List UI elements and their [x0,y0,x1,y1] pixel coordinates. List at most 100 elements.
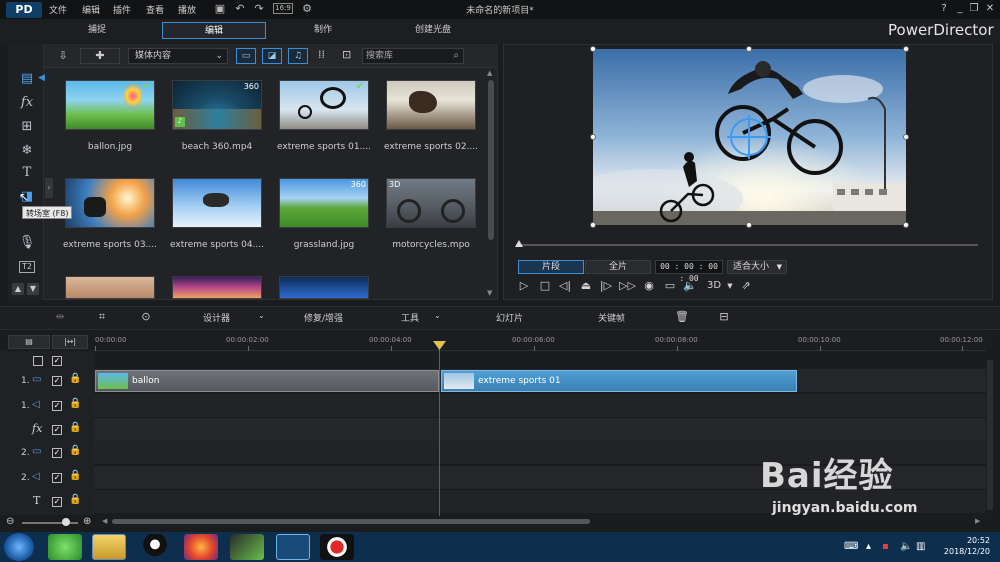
effect-track[interactable] [94,418,986,442]
restore-button[interactable]: ❐ [966,2,982,16]
undock-window-icon[interactable]: ⇗ [738,279,754,293]
taskbar-qq-icon[interactable] [138,534,172,560]
start-button[interactable] [4,533,34,561]
save-icon[interactable]: ▣ [213,2,227,16]
track-enable-checkbox[interactable]: ✓ [52,376,62,386]
movie-mode-tab[interactable]: 全片 [585,260,651,274]
more-functions-icon[interactable]: ⊟ [716,309,732,325]
media-item-motorcycles[interactable]: 3D [386,178,476,228]
track-enable-checkbox[interactable]: ✓ [52,401,62,411]
menu-view[interactable]: 查看 [146,3,164,16]
tab-create-disc[interactable]: 创建光盘 [381,22,485,39]
fast-forward-icon[interactable]: ▷▷ [619,279,636,293]
resize-handle[interactable] [590,46,596,52]
lock-icon[interactable]: 🔒 [69,422,81,433]
media-item-partial[interactable] [65,276,155,299]
track-enable-checkbox[interactable]: ✓ [52,356,62,366]
scroll-left-arrow-icon[interactable]: ◀ [102,517,107,525]
slideshow-button[interactable]: 幻灯片 [496,311,523,324]
media-item-extreme-sports-03[interactable] [65,178,155,228]
track-view-icon[interactable] [33,356,43,366]
track-enable-checkbox[interactable]: ✓ [52,497,62,507]
previous-frame-icon[interactable]: ◁| [557,279,573,293]
clip-mode-tab[interactable]: 片段 [518,260,584,274]
next-frame-icon[interactable]: |▷ [598,279,614,293]
media-item-extreme-sports-01[interactable]: ✔ [279,80,369,130]
redo-icon[interactable]: ↷ [252,2,266,16]
scroll-down-arrow-icon[interactable]: ▼ [487,289,492,297]
media-item-beach-360[interactable]: 360 ♪ [172,80,262,130]
thumbnail-size-icon[interactable]: ⊡ [342,48,351,61]
menu-edit[interactable]: 编辑 [82,3,100,16]
media-item-grassland[interactable]: 360 [279,178,369,228]
track-enable-checkbox[interactable]: ✓ [52,448,62,458]
play-icon[interactable]: ▷ [516,279,532,293]
taskbar-app-360-icon[interactable] [48,534,82,560]
help-button[interactable]: ? [936,2,952,16]
effect-room-icon[interactable]: fx [18,94,36,112]
track-manager-icon[interactable]: ▤ [8,335,50,349]
subtitle-icon[interactable]: ▭ [662,279,678,293]
close-button[interactable]: ✕ [982,2,998,16]
tray-expand-icon[interactable]: ▴ [866,541,871,552]
aspect-ratio-icon[interactable]: 16:9 [273,3,293,14]
timecode-display[interactable]: 00 : 00 : 00 : 00 [655,260,723,283]
media-item-ballon[interactable]: ✔ [65,80,155,130]
timeline-v-scrollbar[interactable] [987,360,993,510]
fix-enhance-button[interactable]: 修复/增强 [304,311,343,324]
resize-handle[interactable] [590,222,596,228]
voice-recording-icon[interactable]: 🎙 [18,234,36,252]
collapse-arrow-icon[interactable]: ◀ [38,73,45,83]
tools-button[interactable]: 工具 [401,311,419,324]
lock-icon[interactable]: 🔒 [69,398,81,409]
3d-mode-button[interactable]: 3D [704,279,724,293]
menu-file[interactable]: 文件 [49,3,67,16]
scroll-right-arrow-icon[interactable]: ▶ [975,517,980,525]
expand-panel-icon[interactable]: › [45,178,53,198]
filter-audio-button[interactable]: ♫ [288,48,308,64]
designer-dropdown-icon[interactable]: ⌄ [258,311,265,320]
resize-handle[interactable] [746,46,752,52]
resize-handle[interactable] [903,222,909,228]
crop-icon[interactable]: ⌗ [94,309,110,325]
system-clock[interactable]: 20:52 2018/12/20 [930,535,990,557]
track-enable-checkbox[interactable]: ✓ [52,473,62,483]
library-scrollbar[interactable] [488,80,494,240]
resize-handle[interactable] [903,134,909,140]
zoom-fit-select[interactable]: 适合大小 ▼ [727,260,787,274]
seek-slider-thumb[interactable] [515,240,523,247]
media-item-partial[interactable] [172,276,262,299]
menu-playback[interactable]: 播放 [178,3,196,16]
taskbar-recorder-icon[interactable] [320,534,354,560]
track-enable-checkbox[interactable]: ✓ [52,425,62,435]
menu-plugins[interactable]: 插件 [113,3,131,16]
designer-button[interactable]: 设计器 [203,311,230,324]
media-item-extreme-sports-02[interactable] [386,80,476,130]
timeline-clip-extreme-sports-01[interactable]: extreme sports 01 [441,370,797,392]
scroll-down-icon[interactable]: ▼ [27,283,39,295]
tools-dropdown-icon[interactable]: ⌄ [434,311,441,320]
snapshot-camera-icon[interactable]: ◉ [641,279,657,293]
taskbar-firefox-icon[interactable] [184,534,218,560]
split-icon[interactable]: ⏏ [578,279,594,293]
media-item-extreme-sports-04[interactable] [172,178,262,228]
keyboard-tray-icon[interactable]: ⌨ [844,541,858,552]
preview-frame[interactable] [593,49,906,225]
tray-app-icon[interactable]: ▪ [882,541,889,552]
scroll-up-icon[interactable]: ▲ [12,283,24,295]
timeline-clip-ballon[interactable]: ballon [95,370,439,392]
volume-icon[interactable]: 🔈 [682,279,698,293]
settings-gear-icon[interactable]: ⚙ [300,2,314,16]
preview-seek-bar[interactable] [516,244,978,246]
lock-icon[interactable]: 🔒 [69,494,81,505]
tab-edit[interactable]: 编辑 [162,22,266,39]
stop-icon[interactable]: □ [537,279,553,293]
media-room-icon[interactable]: ▤ [18,70,36,88]
scroll-up-arrow-icon[interactable]: ▲ [487,69,492,77]
zoom-out-icon[interactable]: ⊖ [6,516,14,527]
particle-room-icon[interactable]: ❄ [18,142,36,160]
filter-image-button[interactable]: ◪ [262,48,282,64]
undo-icon[interactable]: ↶ [233,2,247,16]
lock-icon[interactable]: 🔒 [69,373,81,384]
zoom-slider-thumb[interactable] [62,518,70,526]
